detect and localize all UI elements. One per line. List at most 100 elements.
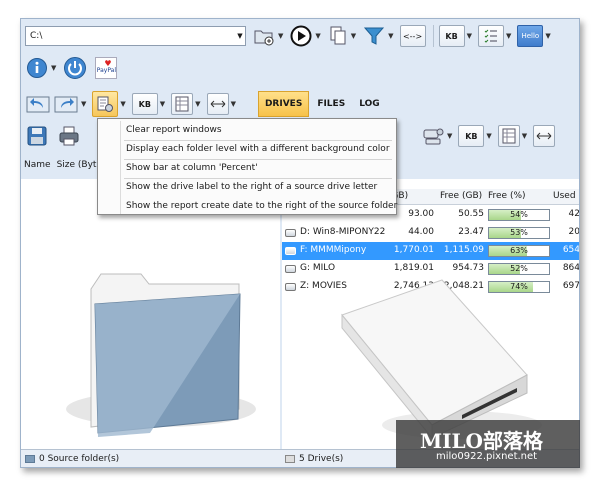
drive-icon — [285, 265, 296, 273]
report-settings-menu: Clear report windows Display each folder… — [97, 118, 397, 215]
drive-status-icon — [285, 455, 295, 463]
column-button[interactable] — [171, 93, 194, 115]
app-window: C:\ ▼ ▼ ▼ ▼ ▼ <--> KB ▼ ▼ Hello ▼ ▼ ♥ Pa… — [20, 18, 580, 468]
paypal-icon: ♥ PayPal — [95, 57, 118, 79]
panels: otal (GB) Free (GB) Free (%) Used ( 93.0… — [21, 179, 580, 449]
toolbar-report: ▼ ▼ KB ▼ ▼ ▼ DRIVES FILES LOG — [25, 91, 388, 117]
kb-dropdown-2[interactable]: ▼ — [160, 100, 165, 108]
column-icon — [175, 96, 189, 112]
menu-item-drive-label[interactable]: Show the drive label to the right of a s… — [126, 182, 377, 192]
report-settings-button[interactable] — [92, 91, 119, 117]
drive-name: F: MMMMipony — [300, 245, 367, 255]
drive-settings-icon — [423, 128, 444, 145]
menu-separator — [124, 178, 392, 179]
play-dropdown[interactable]: ▼ — [315, 32, 320, 40]
report-settings-dropdown[interactable]: ▼ — [120, 100, 125, 108]
kb-button[interactable]: KB — [438, 25, 465, 47]
drive-used: 42 — [568, 209, 580, 219]
path-input[interactable]: C:\ — [25, 26, 246, 46]
hello-button[interactable]: Hello — [517, 25, 544, 47]
power-button[interactable] — [62, 57, 88, 79]
watermark: MILO部落格 milo0922.pixnet.net — [396, 420, 580, 468]
menu-item-report-date[interactable]: Show the report create date to the right… — [126, 201, 397, 211]
filter-icon — [364, 27, 385, 45]
report-settings-icon — [97, 96, 114, 112]
column-button-2[interactable] — [497, 125, 520, 147]
column-icon — [502, 128, 516, 144]
filter-dropdown[interactable]: ▼ — [388, 32, 393, 40]
tab-log[interactable]: LOG — [353, 91, 385, 117]
tab-files[interactable]: FILES — [311, 91, 351, 117]
expand-button[interactable]: <--> — [399, 25, 426, 47]
kb-dropdown[interactable]: ▼ — [467, 32, 472, 40]
col-used-header[interactable]: Used ( — [553, 191, 579, 201]
drive-name: G: MILO — [300, 263, 336, 273]
paypal-label: PayPal — [96, 67, 117, 74]
info-icon — [27, 58, 47, 78]
drive-total: 1,770.01 — [393, 245, 434, 255]
table-row[interactable]: F: MMMMipony 1,770.01 1,115.09 63% 654 — [282, 242, 579, 260]
tab-drives[interactable]: DRIVES — [257, 91, 310, 117]
column-dropdown-2[interactable]: ▼ — [522, 132, 527, 140]
drive-settings-button[interactable] — [421, 125, 445, 147]
watermark-title: MILO部落格 — [420, 429, 543, 453]
kb-button-3[interactable]: KB — [458, 125, 485, 147]
paypal-button[interactable]: ♥ PayPal — [94, 57, 118, 79]
kb-icon: KB — [445, 31, 458, 41]
col-freepct-header[interactable]: Free (%) — [488, 191, 526, 201]
menu-item-percent-bar[interactable]: Show bar at column 'Percent' — [126, 163, 258, 173]
back-icon — [26, 96, 50, 113]
table-row[interactable]: D: Win8-MIPONY22 44.00 23.47 53% 20 — [282, 224, 580, 242]
add-folder-button[interactable] — [252, 25, 276, 47]
path-dropdown-arrow[interactable]: ▼ — [234, 26, 246, 46]
column-dropdown[interactable]: ▼ — [195, 100, 200, 108]
drive-icon — [285, 247, 296, 255]
checklist-dropdown[interactable]: ▼ — [506, 32, 511, 40]
play-button[interactable] — [289, 25, 313, 47]
col-free-header[interactable]: Free (GB) — [440, 191, 482, 201]
free-percent-label: 52% — [510, 264, 528, 273]
forward-icon — [54, 96, 78, 113]
drive-used: 20 — [568, 227, 580, 237]
info-button[interactable] — [25, 57, 49, 79]
add-folder-dropdown[interactable]: ▼ — [278, 32, 283, 40]
checklist-button[interactable] — [477, 25, 504, 47]
free-percent-label: 63% — [510, 246, 528, 255]
free-percent-bar: 52% — [488, 263, 550, 275]
save-button[interactable] — [25, 125, 49, 147]
width-button[interactable] — [206, 93, 229, 115]
width-icon — [210, 100, 225, 108]
play-icon — [290, 25, 312, 47]
hello-dropdown[interactable]: ▼ — [545, 32, 550, 40]
info-dropdown[interactable]: ▼ — [51, 64, 56, 72]
width-button-2[interactable] — [533, 125, 556, 147]
menu-item-folder-color[interactable]: Display each folder level with a differe… — [126, 144, 390, 154]
drive-icon — [285, 229, 296, 237]
kb-icon: KB — [465, 131, 478, 141]
tab-label: LOG — [359, 99, 380, 109]
add-folder-icon — [254, 30, 274, 46]
free-percent-bar: 63% — [488, 245, 550, 257]
kb-dropdown-3[interactable]: ▼ — [486, 132, 491, 140]
menu-item-clear-report[interactable]: Clear report windows — [126, 125, 222, 135]
copy-button[interactable] — [327, 25, 349, 47]
filter-button[interactable] — [362, 25, 386, 47]
forward-dropdown[interactable]: ▼ — [81, 100, 86, 108]
expand-icon: <--> — [402, 31, 423, 41]
free-percent-bar: 53% — [488, 227, 550, 239]
kb-button-2[interactable]: KB — [131, 93, 158, 115]
hello-icon: Hello — [521, 32, 540, 40]
width-dropdown[interactable]: ▼ — [231, 100, 236, 108]
back-button[interactable] — [25, 93, 51, 115]
forward-button[interactable] — [53, 93, 79, 115]
tab-label: DRIVES — [264, 99, 303, 109]
drive-settings-dropdown[interactable]: ▼ — [447, 132, 452, 140]
print-button[interactable] — [57, 125, 81, 147]
drives-panel: otal (GB) Free (GB) Free (%) Used ( 93.0… — [282, 179, 580, 449]
copy-dropdown[interactable]: ▼ — [351, 32, 356, 40]
checklist-icon — [484, 29, 497, 43]
drive-free: 954.73 — [452, 263, 485, 273]
col-name-header[interactable]: Name — [24, 160, 51, 170]
source-count: 0 Source folder(s) — [39, 454, 120, 464]
drive-used: 697 — [562, 281, 580, 291]
